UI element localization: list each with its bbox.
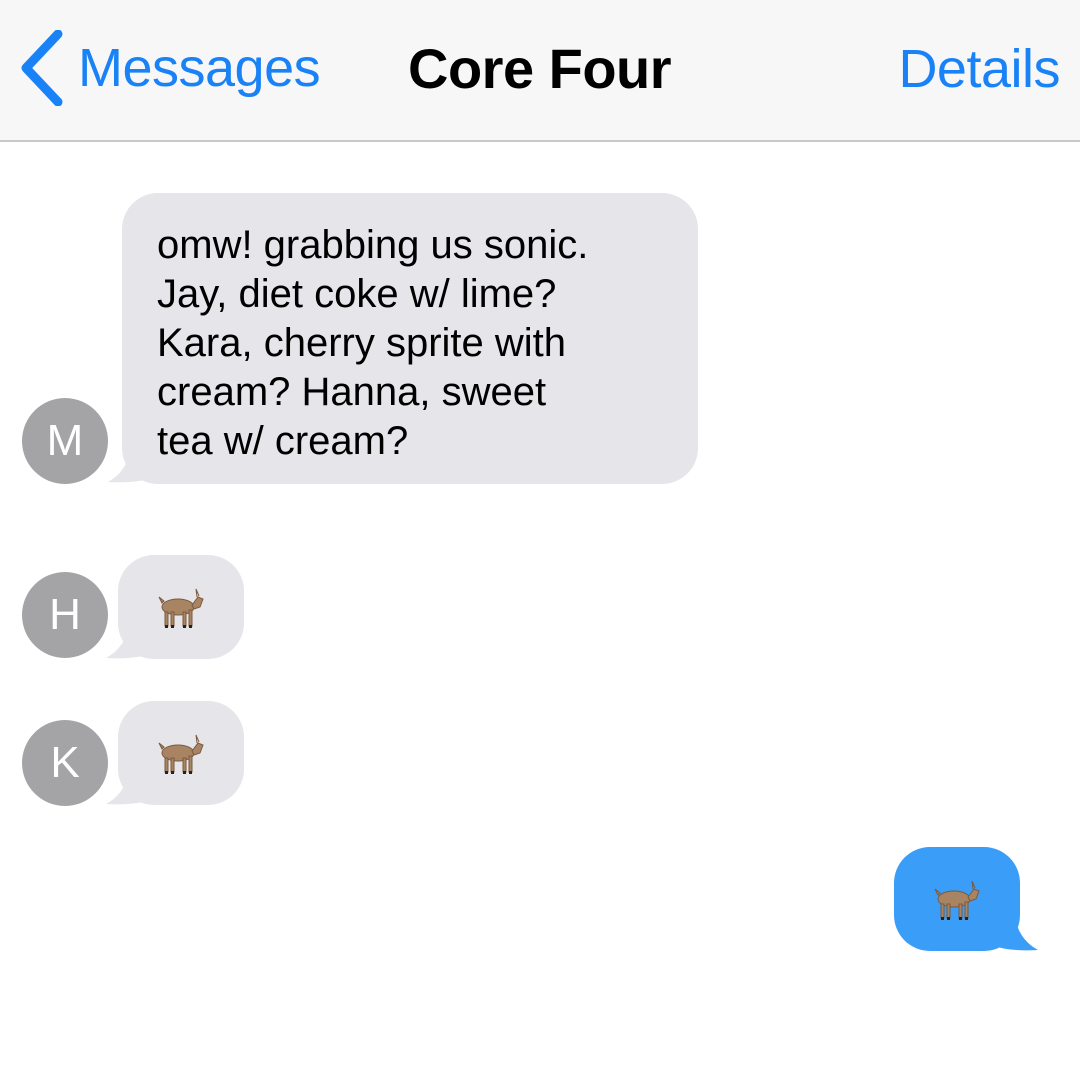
- goat-emoji-icon: [158, 588, 204, 628]
- navigation-bar: Messages Core Four Details: [0, 0, 1080, 142]
- chevron-left-icon: [21, 30, 63, 106]
- message-bubble-incoming[interactable]: [118, 555, 244, 659]
- conversation-title: Core Four: [408, 37, 672, 100]
- message-line: Jay, diet coke w/ lime?: [157, 272, 557, 316]
- back-button[interactable]: Messages: [18, 30, 321, 106]
- message-line: tea w/ cream?: [157, 419, 409, 463]
- message-bubble-incoming[interactable]: [118, 701, 244, 805]
- message-bubble-incoming[interactable]: omw! grabbing us sonic. Jay, diet coke w…: [122, 193, 698, 484]
- goat-emoji-icon: [158, 734, 204, 774]
- message-line: omw! grabbing us sonic.: [157, 223, 589, 267]
- avatar[interactable]: M: [22, 398, 108, 484]
- message-text: omw! grabbing us sonic. Jay, diet coke w…: [157, 221, 678, 466]
- message-bubble-outgoing[interactable]: [894, 847, 1020, 951]
- message-line: Kara, cherry sprite with: [157, 321, 567, 365]
- details-button[interactable]: Details: [898, 38, 1060, 100]
- back-button-label: Messages: [78, 38, 321, 98]
- message-line: cream? Hanna, sweet: [157, 370, 547, 414]
- goat-emoji-icon: [934, 880, 980, 920]
- avatar[interactable]: K: [22, 720, 108, 806]
- avatar[interactable]: H: [22, 572, 108, 658]
